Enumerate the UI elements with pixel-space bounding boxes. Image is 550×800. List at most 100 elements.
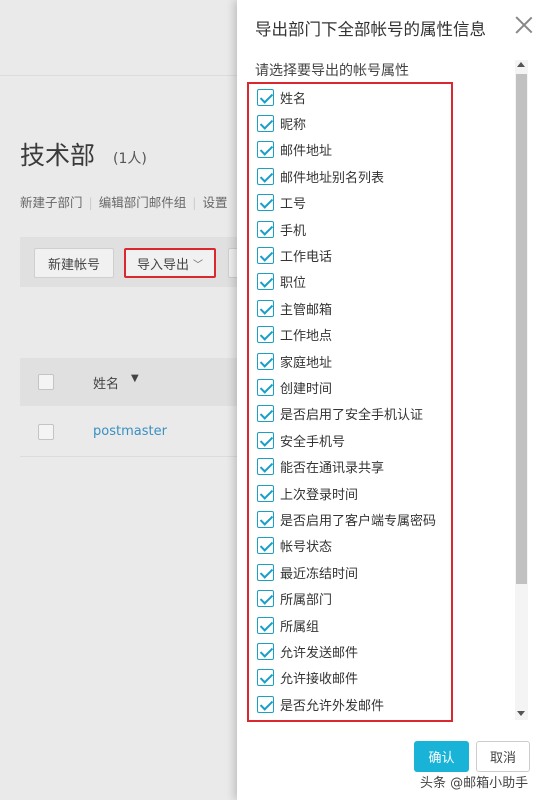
attribute-checkbox[interactable] xyxy=(257,458,274,476)
export-attributes-dialog: 导出部门下全部帐号的属性信息 请选择要导出的帐号属性 姓名昵称邮件地址邮件地址别… xyxy=(237,0,550,800)
attribute-label: 允许接收邮件 xyxy=(280,672,359,688)
attribute-item[interactable]: 是否允许外发邮件 xyxy=(257,691,453,717)
dialog-subtitle: 请选择要导出的帐号属性 xyxy=(255,63,409,79)
attribute-label: 能否在通讯录共享 xyxy=(280,461,385,477)
attribute-item[interactable]: 能否在通讯录共享 xyxy=(257,454,453,480)
attribute-label: 最近冻结时间 xyxy=(280,566,359,582)
attribute-label: 帐号状态 xyxy=(280,540,333,556)
import-export-label: 导入导出 xyxy=(136,257,189,273)
link-separator: | xyxy=(88,195,93,210)
attribute-label: 所属部门 xyxy=(280,593,333,609)
attribute-checkbox[interactable] xyxy=(257,563,274,581)
attribute-label: 手机 xyxy=(280,223,307,239)
new-account-button[interactable]: 新建帐号 xyxy=(34,248,114,278)
attribute-checkbox[interactable] xyxy=(257,299,274,317)
attribute-label: 是否启用了安全手机认证 xyxy=(280,408,424,424)
attribute-checkbox[interactable] xyxy=(257,220,274,238)
attribute-item[interactable]: 最近冻结时间 xyxy=(257,559,453,585)
confirm-button[interactable]: 确认 xyxy=(414,741,469,772)
attribute-checkbox[interactable] xyxy=(257,669,274,687)
edit-group-link[interactable]: 编辑部门邮件组 xyxy=(99,195,187,210)
scrollbar[interactable] xyxy=(515,60,528,720)
attribute-label: 昵称 xyxy=(280,117,307,133)
attribute-checkbox[interactable] xyxy=(257,405,274,423)
attribute-checkbox[interactable] xyxy=(257,378,274,396)
attribute-checkbox[interactable] xyxy=(257,484,274,502)
attribute-item[interactable]: 创建时间 xyxy=(257,374,453,400)
attribute-checkbox[interactable] xyxy=(257,246,274,264)
attribute-item[interactable]: 姓名 xyxy=(257,84,453,110)
attribute-label: 工号 xyxy=(280,197,307,213)
attribute-label: 工作电话 xyxy=(280,249,333,265)
attribute-checkbox[interactable] xyxy=(257,695,274,713)
table-row-username[interactable]: postmaster xyxy=(93,424,167,439)
attribute-checkbox[interactable] xyxy=(257,616,274,634)
attribute-item[interactable]: 主管邮箱 xyxy=(257,295,453,321)
scrollbar-thumb[interactable] xyxy=(516,74,527,584)
attribute-label: 邮件地址 xyxy=(280,144,333,160)
attribute-item[interactable]: 允许发送邮件 xyxy=(257,638,453,664)
attribute-label: 创建时间 xyxy=(280,381,333,397)
attribute-label: 允许发送邮件 xyxy=(280,645,359,661)
attribute-item[interactable]: 安全手机号 xyxy=(257,427,453,453)
select-all-checkbox[interactable] xyxy=(38,374,54,390)
cancel-button[interactable]: 取消 xyxy=(476,741,530,772)
attribute-checkbox[interactable] xyxy=(257,537,274,555)
attribute-item[interactable]: 所属部门 xyxy=(257,586,453,612)
attribute-label: 家庭地址 xyxy=(280,355,333,371)
attribute-checkbox[interactable] xyxy=(257,194,274,212)
attribute-checkbox[interactable] xyxy=(257,352,274,370)
attribute-item[interactable]: 帐号状态 xyxy=(257,533,453,559)
attribute-item[interactable]: 允许接收邮件 xyxy=(257,665,453,691)
attribute-label: 主管邮箱 xyxy=(280,302,333,318)
member-count: (1人) xyxy=(113,151,147,167)
sort-down-icon[interactable]: ▼ xyxy=(131,373,139,384)
attribute-item[interactable]: 工作地点 xyxy=(257,322,453,348)
attribute-label: 安全手机号 xyxy=(280,434,346,450)
scroll-up-icon[interactable] xyxy=(517,62,525,67)
row-checkbox[interactable] xyxy=(38,424,54,440)
attribute-checkbox[interactable] xyxy=(257,431,274,449)
attribute-checkbox[interactable] xyxy=(257,642,274,660)
attribute-item[interactable]: 手机 xyxy=(257,216,453,242)
department-title: 技术部 xyxy=(20,141,96,170)
settings-link[interactable]: 设置 xyxy=(202,195,227,210)
chevron-down-icon: ﹀ xyxy=(193,259,203,271)
attribute-item[interactable]: 邮件地址 xyxy=(257,137,453,163)
attribute-item[interactable]: 家庭地址 xyxy=(257,348,453,374)
attribute-checkbox[interactable] xyxy=(257,590,274,608)
attribute-label: 上次登录时间 xyxy=(280,487,359,503)
attribute-label: 是否允许外发邮件 xyxy=(280,698,385,714)
import-export-button[interactable]: 导入导出 ﹀ xyxy=(124,248,216,278)
attribute-checkbox[interactable] xyxy=(257,326,274,344)
attribute-checkbox[interactable] xyxy=(257,141,274,159)
attribute-item[interactable]: 是否启用了安全手机认证 xyxy=(257,401,453,427)
attribute-item[interactable]: 工作电话 xyxy=(257,242,453,268)
attribute-item[interactable]: 昵称 xyxy=(257,110,453,136)
attribute-label: 是否启用了客户端专属密码 xyxy=(280,513,437,529)
attribute-label: 工作地点 xyxy=(280,329,333,345)
attribute-item[interactable]: 工号 xyxy=(257,190,453,216)
scroll-down-icon[interactable] xyxy=(517,711,525,716)
attribute-item[interactable]: 邮件地址别名列表 xyxy=(257,163,453,189)
attribute-item[interactable]: 所属组 xyxy=(257,612,453,638)
link-separator: | xyxy=(192,195,197,210)
attribute-checkbox[interactable] xyxy=(257,273,274,291)
column-header-name[interactable]: 姓名 xyxy=(93,373,119,392)
attribute-label: 职位 xyxy=(280,276,307,292)
attribute-label: 所属组 xyxy=(280,619,320,635)
attribute-item[interactable]: 是否启用了客户端专属密码 xyxy=(257,506,453,532)
attribute-checkbox[interactable] xyxy=(257,510,274,528)
attribute-label: 邮件地址别名列表 xyxy=(280,170,385,186)
attribute-checkbox[interactable] xyxy=(257,114,274,132)
close-icon[interactable] xyxy=(513,14,535,36)
attribute-item[interactable]: 上次登录时间 xyxy=(257,480,453,506)
row-divider xyxy=(20,456,250,457)
attribute-item[interactable]: 职位 xyxy=(257,269,453,295)
dialog-title: 导出部门下全部帐号的属性信息 xyxy=(255,20,486,39)
attribute-checkbox[interactable] xyxy=(257,167,274,185)
attribute-label: 姓名 xyxy=(280,91,307,107)
watermark: 头条 @邮箱小助手 xyxy=(420,776,529,791)
new-subdepartment-link[interactable]: 新建子部门 xyxy=(20,195,83,210)
attribute-checkbox[interactable] xyxy=(257,88,274,106)
